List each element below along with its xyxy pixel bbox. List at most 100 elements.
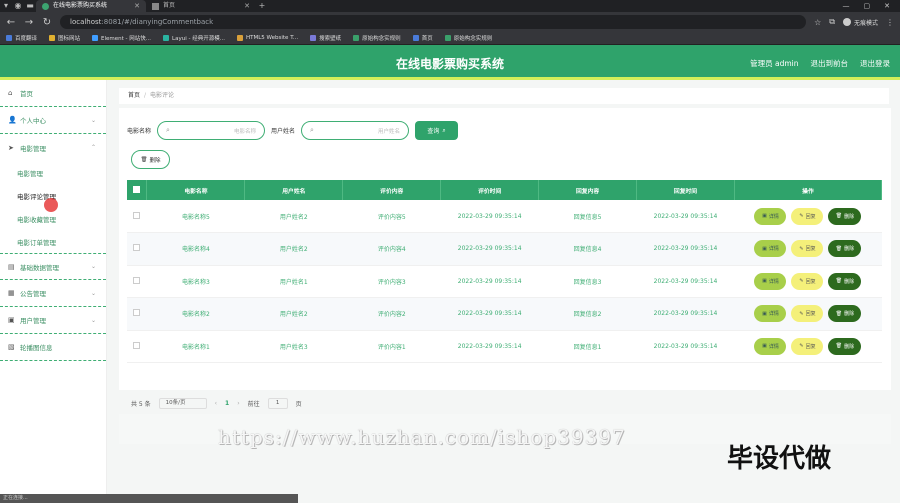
row-checkbox[interactable] <box>133 309 141 317</box>
sidebar-item-users[interactable]: ▣ 用户管理 ⌄ <box>0 307 106 334</box>
table-row: 电影名称1 用户姓名3 评价内容1 2022-03-29 09:35:14 回复信息1 2… <box>127 330 882 363</box>
movie-name-input[interactable]: ⌕ 电影名称 <box>157 121 266 140</box>
tab-active[interactable]: 在线电影票购买系统 ✕ <box>36 0 146 12</box>
reload-icon[interactable]: ↻ <box>42 17 52 28</box>
back-icon[interactable]: ← <box>6 17 16 28</box>
delete-button[interactable]: 🗑 删除 <box>828 207 862 225</box>
table-cell: 回复信息1 <box>538 330 637 363</box>
sidebar-item-base-data[interactable]: ▤ 基础数据管理 ⌄ <box>0 253 106 280</box>
forward-icon[interactable]: → <box>24 17 34 28</box>
minimize-icon[interactable]: — <box>843 0 850 12</box>
sidebar-item-notice[interactable]: ▦ 公告管理 ⌄ <box>0 280 106 307</box>
bookmark-item[interactable]: 百度翻译 <box>6 34 37 42</box>
delete-label: 删除 <box>844 278 855 285</box>
table-cell: 2022-03-29 09:35:14 <box>636 232 735 266</box>
window-icon: ▬ <box>26 1 34 10</box>
tab-inactive[interactable]: 首页 ✕ <box>146 0 256 12</box>
user-name-input[interactable]: ⌕ 用户姓名 <box>301 121 410 140</box>
new-tab-icon[interactable]: + <box>256 0 268 12</box>
row-checkbox[interactable] <box>133 276 141 284</box>
bookmark-item[interactable]: 原始构念实规则 <box>353 34 401 42</box>
reply-button[interactable]: ✎ 回复 <box>791 337 824 355</box>
prev-page-icon[interactable]: ‹ <box>215 400 217 407</box>
row-checkbox[interactable] <box>133 341 141 349</box>
reply-button[interactable]: ✎ 回复 <box>791 305 824 323</box>
col-header: 回复内容 <box>538 180 638 200</box>
reply-label: 回复 <box>805 278 816 285</box>
maximize-icon[interactable]: ▢ <box>864 0 871 12</box>
row-checkbox[interactable] <box>133 244 141 252</box>
sidebar-item-movie-manage[interactable]: ➤ 电影管理 ⌃ <box>0 134 106 161</box>
tab-close-icon[interactable]: ✕ <box>244 0 250 12</box>
row-select-cell <box>127 297 147 331</box>
sidebar-item-profile[interactable]: 👤 个人中心 ⌄ <box>0 107 106 134</box>
delete-button[interactable]: 🗑 删除 <box>828 337 862 355</box>
tab-close-icon[interactable]: ✕ <box>134 0 140 12</box>
image-icon: ▧ <box>8 343 15 351</box>
delete-button[interactable]: 🗑 删除 <box>828 240 862 258</box>
table-cell: 2022-03-29 09:35:14 <box>440 232 539 266</box>
search-icon: ⌕ <box>442 126 446 134</box>
reply-button[interactable]: ✎ 回复 <box>791 240 824 258</box>
table-cell: 2022-03-29 09:35:14 <box>440 330 539 363</box>
detail-button[interactable]: ▣ 详情 <box>754 207 787 225</box>
extension-icon[interactable]: ⧉ <box>829 17 835 27</box>
url-input[interactable]: localhost:8081/#/dianyingCommentback <box>60 15 807 29</box>
table-cell: 电影名称5 <box>146 200 245 233</box>
send-icon: ➤ <box>8 143 14 152</box>
table-cell: 评价内容3 <box>342 265 441 298</box>
watermark-url: https://www.huzhan.com/ishop39397 <box>218 425 626 449</box>
menu-icon[interactable]: ⋮ <box>886 18 894 27</box>
bookmark-item[interactable]: 图标网站 <box>49 34 80 42</box>
tab-search-icon[interactable]: ▾ <box>0 0 12 12</box>
row-checkbox[interactable] <box>133 211 141 219</box>
bookmark-item[interactable]: 搜索壁纸 <box>310 34 341 42</box>
trash-icon: 🗑 <box>835 343 843 350</box>
batch-delete-button[interactable]: 🗑 删除 <box>131 150 170 169</box>
select-all-checkbox[interactable] <box>133 185 141 193</box>
sidebar-item-home[interactable]: ⌂ 首页 <box>0 80 106 107</box>
bookmark-icon <box>412 35 419 41</box>
goto-page-input[interactable]: 1 <box>267 398 288 409</box>
url-host: localhost <box>70 18 102 26</box>
table-cell: 用户姓名2 <box>244 232 343 266</box>
pagination: 共 5 条 10条/页 ‹ 1 › 前往 1 页 <box>131 398 302 409</box>
col-header: 评价时间 <box>440 180 540 200</box>
reply-label: 回复 <box>805 213 816 220</box>
detail-button[interactable]: ▣ 详情 <box>754 305 787 323</box>
search-button[interactable]: 查询 ⌕ <box>415 121 459 140</box>
reply-button[interactable]: ✎ 回复 <box>791 272 824 290</box>
detail-button[interactable]: ▣ 详情 <box>754 337 787 355</box>
breadcrumb-home[interactable]: 首页 <box>128 92 140 99</box>
status-bar: 正在连接... <box>0 494 298 503</box>
delete-button[interactable]: 🗑 删除 <box>828 305 862 323</box>
reply-button[interactable]: ✎ 回复 <box>791 207 824 225</box>
logout-link[interactable]: 退出登录 <box>860 58 890 69</box>
detail-button[interactable]: ▣ 详情 <box>754 240 787 258</box>
chevron-down-icon: ⌄ <box>90 316 96 324</box>
delete-button[interactable]: 🗑 删除 <box>828 272 862 290</box>
profile-button[interactable]: 无痕模式 <box>842 18 878 27</box>
table-cell: 2022-03-29 09:35:14 <box>440 265 539 298</box>
bookmark-item[interactable]: 首页 <box>412 34 433 42</box>
bookmark-label: 原始构念实规则 <box>453 36 493 42</box>
back-to-front-link[interactable]: 退出到前台 <box>811 58 849 69</box>
trash-icon: 🗑 <box>835 245 843 252</box>
chevron-down-icon: ⌄ <box>90 116 96 124</box>
bookmark-item[interactable]: 原始构念实规则 <box>444 34 493 42</box>
table-cell: 用户姓名2 <box>244 200 343 233</box>
sidebar-subitem-orders[interactable]: 电影订单管理 <box>0 230 106 253</box>
sidebar-item-carousel[interactable]: ▧ 轮播图信息 <box>0 334 106 361</box>
star-icon[interactable]: ☆ <box>814 18 821 27</box>
close-window-icon[interactable]: ✕ <box>884 0 890 12</box>
table-cell: 回复信息3 <box>538 265 637 298</box>
detail-button[interactable]: ▣ 详情 <box>754 272 787 290</box>
bookmark-item[interactable]: Layui - 经典开源模... <box>163 34 225 42</box>
page-number[interactable]: 1 <box>225 400 229 407</box>
page-size-select[interactable]: 10条/页 <box>158 398 207 409</box>
sidebar-subitem-movies[interactable]: 电影管理 <box>0 161 106 184</box>
bookmark-item[interactable]: HTML5 Website T... <box>236 35 298 41</box>
bookmark-item[interactable]: Element - 网站快... <box>92 34 151 42</box>
bookmark-icon <box>6 35 12 41</box>
next-page-icon[interactable]: › <box>237 400 239 407</box>
